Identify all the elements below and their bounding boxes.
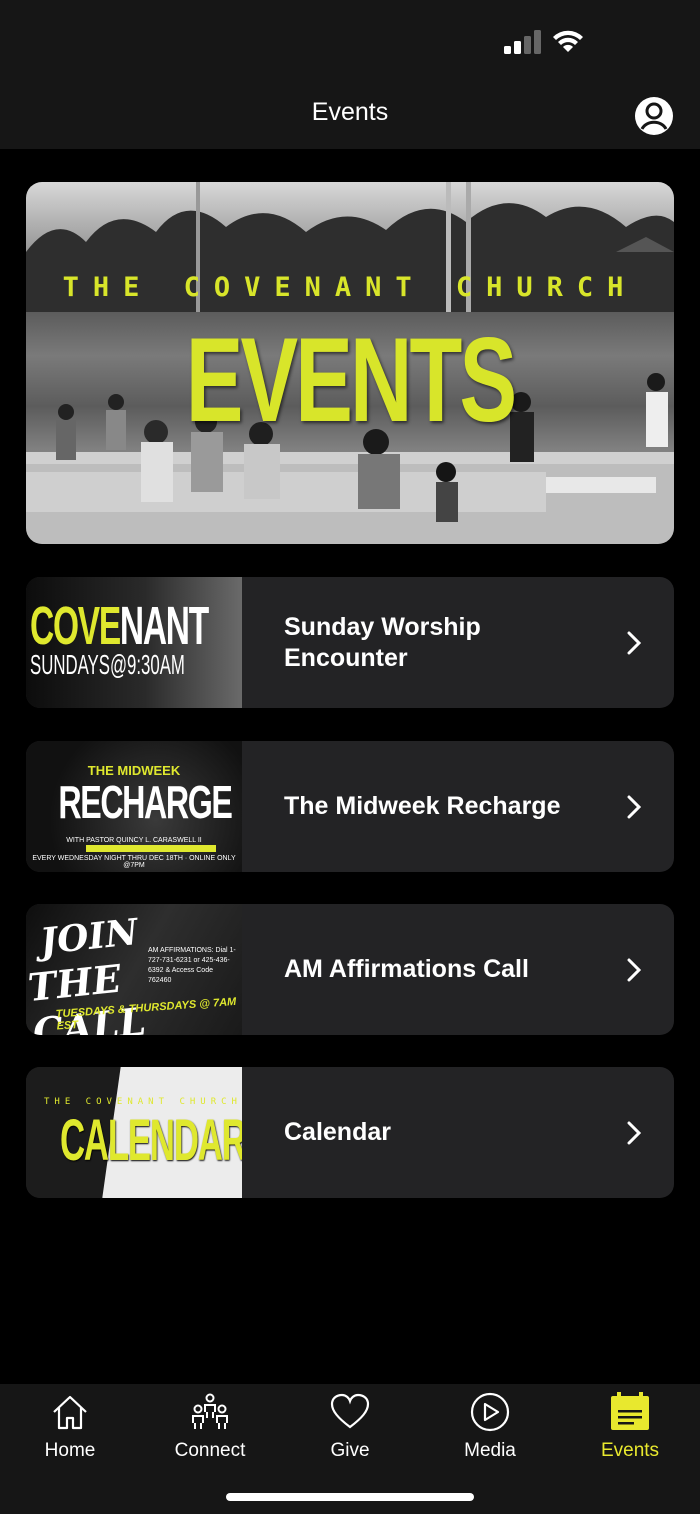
thumb-text: WITH PASTOR QUINCY L. CARASWELL II bbox=[66, 837, 202, 844]
events-icon bbox=[611, 1392, 649, 1430]
hero-church-name: THE COVENANT CHURCH bbox=[62, 272, 638, 303]
event-card-label: AM Affirmations Call bbox=[284, 955, 529, 983]
event-card-label: Calendar bbox=[284, 1118, 391, 1146]
tab-label: Give bbox=[330, 1440, 370, 1461]
tab-events[interactable]: Events bbox=[560, 1384, 700, 1484]
tab-label: Events bbox=[600, 1440, 660, 1461]
tab-label: Connect bbox=[174, 1440, 246, 1461]
event-card-am-affirmations[interactable]: JOIN THE CALL AM AFFIRMATIONS: Dial 1-72… bbox=[26, 904, 674, 1035]
profile-icon[interactable] bbox=[634, 96, 674, 136]
play-icon bbox=[470, 1392, 510, 1432]
midweek-recharge-thumbnail: THE MIDWEEK RECHARGE WITH PASTOR QUINCY … bbox=[26, 741, 242, 872]
people-icon bbox=[192, 1393, 228, 1429]
thumb-text: AM AFFIRMATIONS: Dial 1-727-731-6231 or … bbox=[148, 947, 236, 984]
event-card-sunday-worship[interactable]: COVENANT SUNDAYS@9:30AM Sunday Worship E… bbox=[26, 577, 674, 708]
tab-label: Media bbox=[464, 1440, 516, 1461]
event-card-label: Sunday Worship Encounter bbox=[284, 612, 481, 672]
thumb-text: CALENDAR bbox=[60, 1108, 242, 1173]
wifi-icon bbox=[553, 30, 583, 52]
home-indicator[interactable] bbox=[226, 1493, 474, 1501]
thumb-text: SUNDAYS@9:30AM bbox=[30, 649, 185, 680]
chevron-right-icon bbox=[627, 1121, 642, 1145]
app-header: Events bbox=[0, 80, 700, 149]
am-affirmations-thumbnail: JOIN THE CALL AM AFFIRMATIONS: Dial 1-72… bbox=[26, 904, 242, 1035]
event-card-calendar[interactable]: THE COVENANT CHURCH CALENDAR Calendar bbox=[26, 1067, 674, 1198]
heart-icon bbox=[330, 1393, 370, 1429]
thumb-text: COVE bbox=[30, 596, 121, 656]
thumb-text: THE COVENANT CHURCH bbox=[44, 1097, 242, 1107]
tab-label: Home bbox=[44, 1440, 96, 1461]
hero-events-title: EVENTS bbox=[185, 313, 517, 447]
events-hero-banner[interactable]: THE COVENANT CHURCH EVENTS bbox=[26, 182, 674, 544]
status-bar bbox=[0, 0, 700, 80]
chevron-right-icon bbox=[627, 631, 642, 655]
tab-media[interactable]: Media bbox=[420, 1384, 560, 1484]
tab-give[interactable]: Give bbox=[280, 1384, 420, 1484]
thumb-text: NANT bbox=[119, 596, 209, 656]
tab-home[interactable]: Home bbox=[0, 1384, 140, 1484]
tab-connect[interactable]: Connect bbox=[140, 1384, 280, 1484]
calendar-thumbnail: THE COVENANT CHURCH CALENDAR bbox=[26, 1067, 242, 1198]
home-icon bbox=[53, 1395, 87, 1430]
thumb-text: RECHARGE bbox=[58, 776, 232, 828]
sunday-worship-thumbnail: COVENANT SUNDAYS@9:30AM bbox=[26, 577, 242, 708]
thumb-highlight-bar bbox=[86, 845, 216, 852]
page-title: Events bbox=[311, 98, 389, 126]
cellular-signal-icon bbox=[504, 30, 541, 54]
event-card-label: The Midweek Recharge bbox=[284, 792, 561, 820]
event-card-midweek-recharge[interactable]: THE MIDWEEK RECHARGE WITH PASTOR QUINCY … bbox=[26, 741, 674, 872]
chevron-right-icon bbox=[627, 795, 642, 819]
thumb-text: EVERY WEDNESDAY NIGHT THRU DEC 18TH · ON… bbox=[32, 855, 236, 869]
chevron-right-icon bbox=[627, 958, 642, 982]
